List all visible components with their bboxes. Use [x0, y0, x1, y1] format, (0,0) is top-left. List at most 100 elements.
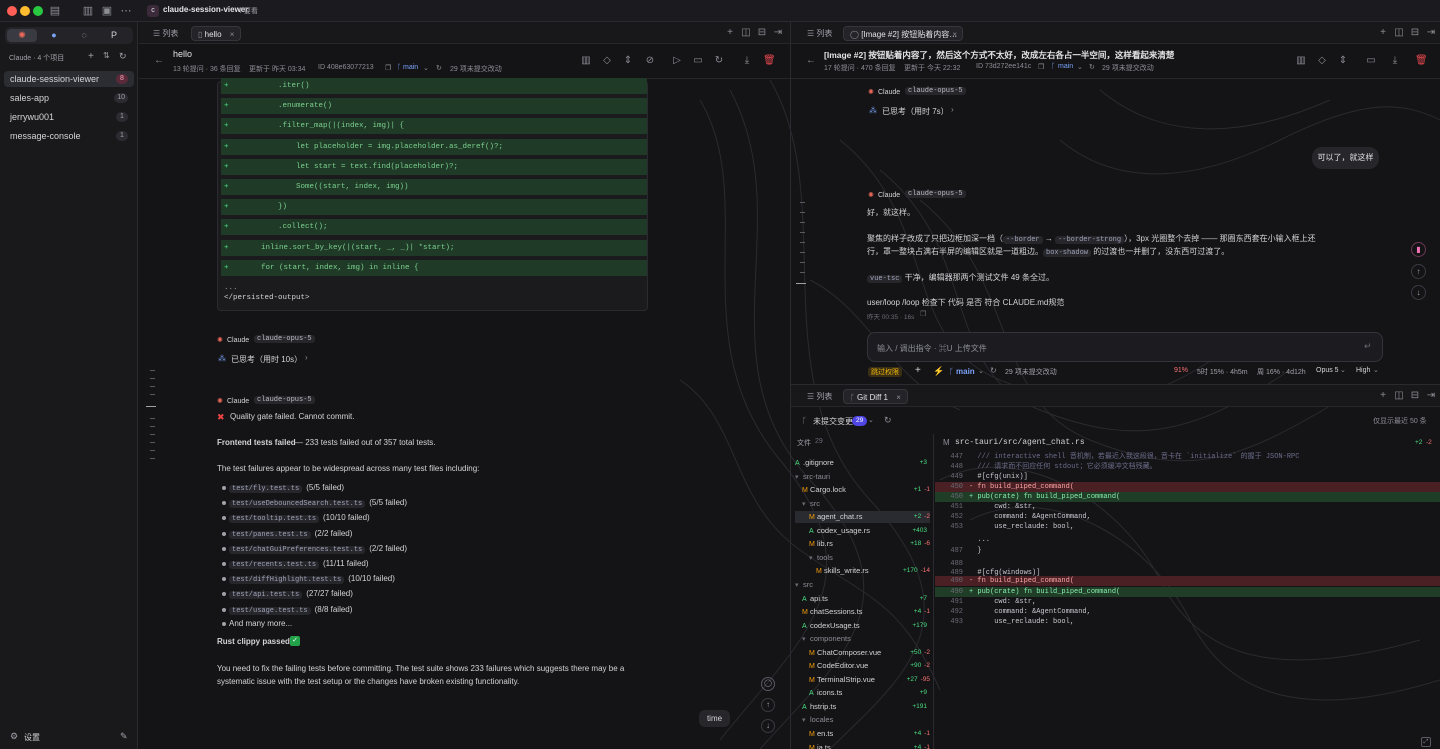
back-arrow-icon[interactable]: ←	[153, 55, 165, 67]
outline-marker[interactable]	[150, 450, 155, 451]
outline-marker[interactable]	[800, 232, 805, 233]
permission-badge[interactable]: 跳过权限	[868, 367, 902, 377]
refresh-icon[interactable]: ↻	[436, 64, 442, 72]
chat-bubble-icon[interactable]: ◯	[761, 677, 775, 691]
project-item[interactable]: claude-session-viewer 8	[4, 71, 134, 87]
delete-icon[interactable]: 🗑	[1415, 55, 1428, 67]
outline-marker[interactable]	[800, 202, 805, 203]
composer-input[interactable]: 输入 / 调出指令 · ⌘U 上传文件	[877, 343, 987, 354]
close-tab-icon[interactable]: ×	[952, 27, 957, 40]
refresh-icon[interactable]: ↻	[990, 366, 997, 375]
copy-icon[interactable]: ❐	[385, 64, 391, 72]
other-agent-tab-icon[interactable]: P	[99, 29, 129, 42]
download-icon[interactable]: ⤓	[1389, 55, 1401, 67]
codex-tab-icon[interactable]: ◌	[69, 29, 99, 42]
node-icon[interactable]: ◇	[601, 55, 613, 67]
file-item[interactable]: Mskills_write.rs +170 -14	[795, 565, 930, 577]
outline-marker[interactable]	[150, 434, 155, 435]
project-item[interactable]: jerrywu001 1	[4, 109, 134, 125]
add-icon[interactable]: +	[915, 365, 921, 376]
strike-icon[interactable]: ⊘	[644, 55, 656, 67]
tab-session-image[interactable]: ◯ [Image #2] 按钮贴着内容… ×	[843, 26, 963, 41]
tab-git-diff[interactable]: ᚴ Git Diff 1 ×	[843, 389, 908, 404]
close-tab-icon[interactable]: ×	[230, 30, 235, 39]
model-select[interactable]: Opus 5	[1316, 367, 1339, 374]
scroll-down-icon[interactable]: ↓	[1411, 285, 1426, 300]
detach-icon[interactable]: ⇥	[772, 27, 784, 39]
refresh-icon[interactable]: ↻	[1089, 63, 1095, 71]
minimize-window-button[interactable]	[20, 6, 30, 16]
send-icon[interactable]: ↵	[1364, 341, 1372, 352]
node-icon[interactable]: ◇	[1316, 55, 1328, 67]
file-item[interactable]: Acodex_usage.rs +403	[795, 525, 930, 537]
outline-marker[interactable]	[150, 394, 155, 395]
outline-marker[interactable]	[150, 458, 155, 459]
outline-marker[interactable]	[800, 242, 805, 243]
sort-icon[interactable]: ⇅	[103, 51, 110, 60]
outline-marker[interactable]	[800, 272, 805, 273]
file-item[interactable]: A .gitignore +3	[795, 457, 930, 469]
file-item[interactable]: M TerminalStrip.vue +27 -95	[795, 674, 930, 686]
composer-changes[interactable]: 29 项未提交改动	[1005, 367, 1057, 377]
uncommitted-label[interactable]: 未提交变更	[813, 416, 853, 427]
tab-list[interactable]: ☰ 列表	[801, 389, 838, 404]
add-tab-icon[interactable]: +	[1377, 27, 1389, 39]
file-item[interactable]: Magent_chat.rs +2 -2	[795, 511, 930, 524]
project-item[interactable]: message-console 1	[4, 128, 134, 144]
file-item[interactable]: Ahstrip.ts +191	[795, 701, 930, 713]
close-tab-icon[interactable]: ×	[896, 393, 901, 402]
expand-icon[interactable]: ⇕	[622, 55, 634, 67]
copy-icon[interactable]: ❐	[1038, 63, 1044, 71]
thought-toggle[interactable]: 已思考（用时 7s）	[882, 106, 949, 117]
file-item[interactable]: Mlib.rs +18 -6	[795, 538, 930, 550]
download-icon[interactable]: ⤓	[741, 55, 753, 67]
refresh-icon[interactable]: ↻	[119, 51, 127, 62]
copy-icon[interactable]: ❐	[920, 310, 926, 318]
sidebar-toggle-icon[interactable]: ▤	[48, 4, 62, 18]
folder-item[interactable]: ▾ src	[795, 498, 930, 510]
delete-icon[interactable]: 🗑	[763, 55, 776, 67]
file-item[interactable]: M Cargo.lock +1 -1	[795, 484, 930, 496]
stats-icon[interactable]: ▥	[81, 4, 95, 18]
session-branch[interactable]: main	[403, 64, 418, 71]
chart-icon[interactable]: ▥	[580, 55, 592, 67]
folder-icon[interactable]: ▭	[692, 55, 704, 67]
outline-marker[interactable]	[150, 386, 155, 387]
split-horizontal-icon[interactable]: ⊟	[756, 27, 768, 39]
close-window-button[interactable]	[7, 6, 17, 16]
back-arrow-icon[interactable]: ←	[805, 55, 817, 67]
file-item[interactable]: Men.ts +4 -1	[795, 728, 930, 740]
archive-icon[interactable]: ▣	[100, 4, 114, 18]
show-recent-toggle[interactable]: 仅显示最近 50 条	[1373, 416, 1427, 426]
settings-icon[interactable]: ⚙	[10, 731, 18, 742]
outline-marker-active[interactable]	[796, 283, 806, 284]
time-chip[interactable]: time	[699, 710, 730, 727]
file-item[interactable]: M CodeEditor.vue +90 -2	[795, 660, 930, 672]
expand-icon[interactable]: ⇕	[1337, 55, 1349, 67]
folder-item[interactable]: ▾ tools	[795, 552, 930, 564]
split-horizontal-icon[interactable]: ⊟	[1409, 27, 1421, 39]
reload-icon[interactable]: ↻	[713, 55, 725, 67]
file-item[interactable]: M ChatComposer.vue +50 -2	[795, 647, 930, 659]
file-item[interactable]: AcodexUsage.ts +179	[795, 620, 930, 632]
detach-icon[interactable]: ⇥	[1425, 390, 1437, 402]
openai-tab-icon[interactable]: ●	[39, 29, 69, 42]
session-changes[interactable]: 29 项未提交改动	[1102, 63, 1154, 73]
outline-marker[interactable]	[150, 378, 155, 379]
session-changes[interactable]: 29 项未提交改动	[450, 64, 502, 74]
folder-item[interactable]: ▾ src	[795, 579, 930, 591]
file-item[interactable]: MchatSessions.ts +4 -1	[795, 606, 930, 618]
outline-marker[interactable]	[150, 418, 155, 419]
folder-item[interactable]: ▾ locales	[795, 714, 930, 726]
split-vertical-icon[interactable]: ◫	[740, 27, 752, 39]
file-item[interactable]: Aapi.ts +7	[795, 593, 930, 605]
add-tab-icon[interactable]: +	[724, 27, 736, 39]
file-item[interactable]: Aicons.ts +9	[795, 687, 930, 699]
outline-marker[interactable]	[150, 442, 155, 443]
expand-corner-icon[interactable]: ⤢	[1421, 737, 1431, 747]
thought-toggle[interactable]: 已思考（用时 10s）	[231, 354, 302, 365]
outline-marker[interactable]	[800, 222, 805, 223]
bookmark-icon[interactable]: ▮	[1411, 242, 1426, 257]
settings-link[interactable]: 设置	[24, 732, 40, 743]
file-item[interactable]: Mja.ts +4 -1	[795, 742, 930, 749]
